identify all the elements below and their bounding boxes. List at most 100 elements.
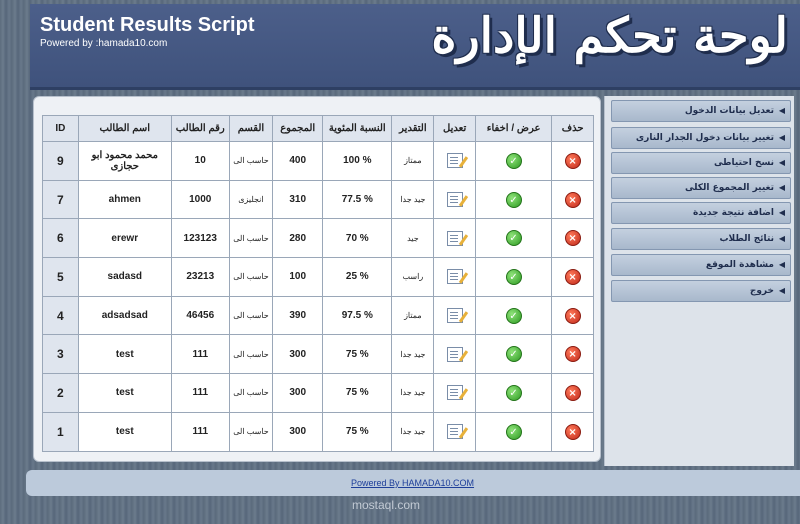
edit-cell	[433, 218, 477, 259]
check-icon[interactable]: ✓	[505, 152, 522, 169]
edit-cell	[433, 141, 477, 181]
student-grade: جيد جدا	[391, 373, 435, 413]
student-name: sadasd	[77, 257, 172, 297]
delete-icon[interactable]: ×	[564, 307, 581, 324]
admin-panel-logo: لوحة تحكم الإدارة	[431, 8, 788, 64]
student-department: حاسب الى	[228, 257, 274, 297]
student-percentage: 25 %	[322, 257, 393, 297]
edit-icon[interactable]	[446, 346, 463, 362]
edit-icon[interactable]	[446, 385, 463, 401]
student-grade: ممتاز	[391, 295, 435, 336]
student-total: 400	[272, 141, 324, 181]
student-grade: راسب	[391, 257, 435, 297]
column-header-number: رقم الطالب	[170, 115, 230, 142]
delete-icon[interactable]: ×	[564, 230, 581, 247]
check-icon[interactable]: ✓	[505, 191, 522, 208]
row-id: 7	[42, 179, 79, 220]
student-total: 310	[272, 179, 324, 220]
edit-icon[interactable]	[446, 269, 463, 285]
edit-cell	[433, 373, 477, 413]
student-number: 1000	[170, 179, 230, 220]
row-id: 1	[42, 411, 79, 452]
student-total: 300	[272, 334, 324, 375]
student-department: انجليزى	[228, 179, 274, 220]
edit-icon[interactable]	[446, 308, 463, 324]
student-name: erewr	[77, 218, 172, 259]
student-total: 300	[272, 411, 324, 452]
student-number: 111	[170, 334, 230, 375]
footer-bar: Powered By HAMADA10.COM	[26, 470, 800, 496]
check-icon[interactable]: ✓	[505, 268, 522, 285]
column-header-percentage: النسبة المئوية	[322, 115, 393, 142]
student-percentage: 77.5 %	[322, 179, 393, 220]
delete-icon[interactable]: ×	[564, 384, 581, 401]
student-percentage: 97.5 %	[322, 295, 393, 336]
delete-cell: ×	[551, 295, 594, 336]
student-total: 300	[272, 373, 324, 413]
edit-icon[interactable]	[446, 192, 463, 208]
admin-sidebar: ◀ تعديل بيانات الدخول ◀ تغيير بيانات دخول …	[604, 96, 794, 466]
show-hide-cell: ✓	[475, 257, 553, 297]
menu-item-add-result[interactable]: ◀ اضافة نتيجة جديدة	[611, 202, 791, 224]
student-number: 123123	[170, 218, 230, 259]
delete-cell: ×	[551, 218, 594, 259]
student-number: 23213	[170, 257, 230, 297]
edit-icon[interactable]	[446, 153, 463, 169]
show-hide-cell: ✓	[475, 218, 553, 259]
menu-item-logout[interactable]: ◀ خروج	[611, 280, 791, 302]
column-header-department: القسم	[228, 115, 274, 142]
show-hide-cell: ✓	[475, 373, 553, 413]
student-percentage: 70 %	[322, 218, 393, 259]
check-icon[interactable]: ✓	[505, 423, 522, 440]
student-department: حاسب الى	[228, 373, 274, 413]
site-subtitle: Powered by :hamada10.com	[40, 38, 168, 49]
column-header-id: ID	[42, 115, 79, 142]
header-banner: Student Results Script Powered by :hamad…	[30, 4, 800, 90]
table-row: 1 test 111 حاسب الى 300 75 % جيد جدا ✓ ×	[42, 411, 594, 452]
delete-icon[interactable]: ×	[564, 152, 581, 169]
column-header-grade: التقدير	[391, 115, 435, 142]
triangle-left-icon: ◀	[778, 158, 785, 167]
edit-icon[interactable]	[446, 424, 463, 440]
show-hide-cell: ✓	[475, 411, 553, 452]
check-icon[interactable]: ✓	[505, 230, 522, 247]
table-row: 4 adsadsad 46456 حاسب الى 390 97.5 % ممتاز ✓ ×	[42, 295, 594, 336]
check-icon[interactable]: ✓	[505, 307, 522, 324]
menu-item-backup[interactable]: ◀ نسخ احتياطى	[611, 152, 791, 174]
check-icon[interactable]: ✓	[505, 346, 522, 363]
student-grade: جيد جدا	[391, 334, 435, 375]
student-department: حاسب الى	[228, 334, 274, 375]
student-name: ahmen	[77, 179, 172, 220]
student-percentage: 100 %	[322, 141, 393, 181]
delete-icon[interactable]: ×	[564, 268, 581, 285]
footer-powered-by-link[interactable]: Powered By HAMADA10.COM	[351, 478, 474, 488]
student-total: 100	[272, 257, 324, 297]
row-id: 4	[42, 295, 79, 336]
edit-cell	[433, 179, 477, 220]
column-header-edit: تعديل	[433, 115, 477, 142]
student-department: حاسب الى	[228, 218, 274, 259]
column-header-delete: حذف	[551, 115, 594, 142]
table-header-row: ID اسم الطالب رقم الطالب القسم المجموع ا…	[42, 115, 594, 142]
triangle-left-icon: ◀	[778, 234, 785, 243]
student-percentage: 75 %	[322, 373, 393, 413]
menu-item-edit-login[interactable]: ◀ تعديل بيانات الدخول	[611, 100, 791, 122]
student-name: محمد محمود ابو حجازى	[77, 141, 172, 181]
row-id: 9	[42, 141, 79, 181]
delete-icon[interactable]: ×	[564, 423, 581, 440]
delete-icon[interactable]: ×	[564, 346, 581, 363]
menu-item-firewall-login[interactable]: ◀ تغيير بيانات دخول الجدار النارى	[611, 127, 791, 149]
student-name: test	[77, 411, 172, 452]
check-icon[interactable]: ✓	[505, 384, 522, 401]
triangle-left-icon: ◀	[778, 133, 785, 142]
student-number: 111	[170, 411, 230, 452]
student-number: 10	[170, 141, 230, 181]
delete-icon[interactable]: ×	[564, 191, 581, 208]
menu-item-student-results[interactable]: ◀ نتائج الطلاب	[611, 228, 791, 250]
column-header-show-hide: عرض / اخفاء	[475, 115, 553, 142]
column-header-total: المجموع	[272, 115, 324, 142]
menu-item-view-site[interactable]: ◀ مشاهدة الموقع	[611, 254, 791, 276]
menu-item-change-total[interactable]: ◀ تغيير المجموع الكلى	[611, 177, 791, 199]
edit-icon[interactable]	[446, 230, 463, 246]
row-id: 6	[42, 218, 79, 259]
